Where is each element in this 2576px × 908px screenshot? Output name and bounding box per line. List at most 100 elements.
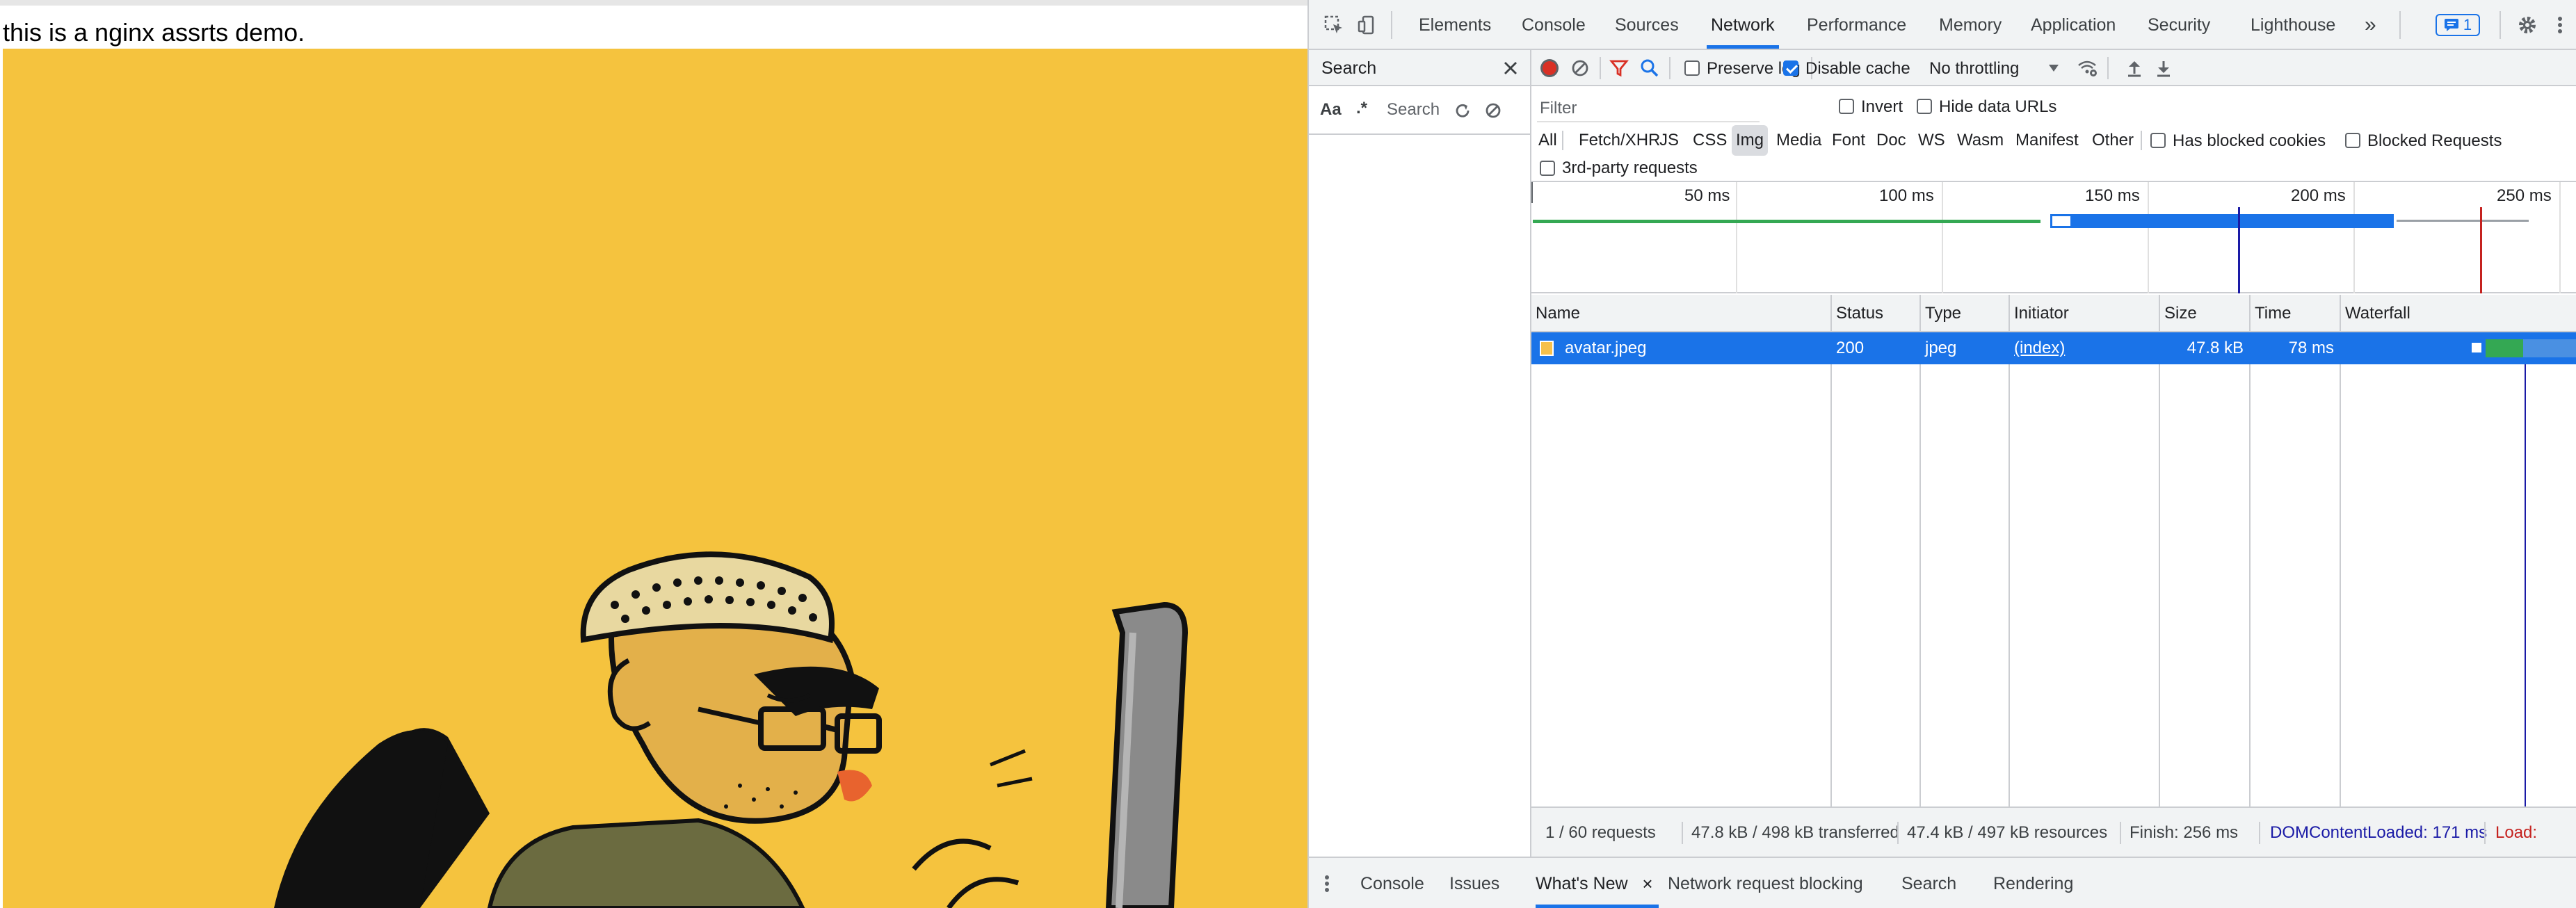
column-divider[interactable]	[1919, 295, 1921, 806]
search-sidebar-toolbar: Aa .* Search	[1309, 86, 1530, 135]
drawer-tab-rendering[interactable]: Rendering	[1993, 858, 2073, 908]
settings-gear-icon[interactable]	[2515, 13, 2540, 38]
invert-checkbox[interactable]	[1839, 99, 1854, 114]
more-options-kebab-icon[interactable]	[2550, 13, 2570, 38]
table-row[interactable]: avatar.jpeg 200 jpeg (index) 47.8 kB 78 …	[1531, 332, 2576, 364]
network-panel: Preserve log Disable cache No throttling…	[1531, 50, 2576, 857]
filter-type-doc[interactable]: Doc	[1872, 125, 1910, 156]
regex-button[interactable]: .*	[1356, 99, 1367, 118]
filter-funnel-icon[interactable]	[1608, 57, 1630, 79]
filter-type-img[interactable]: Img	[1732, 125, 1769, 156]
overview-gridline	[1736, 182, 1737, 293]
drawer-tab-network-request-blocking[interactable]: Network request blocking	[1668, 858, 1863, 908]
tab-sources[interactable]: Sources	[1611, 0, 1683, 49]
load-time: Load:	[2495, 823, 2538, 842]
network-conditions-icon[interactable]	[2077, 57, 2099, 79]
column-header-name[interactable]: Name	[1531, 295, 1580, 331]
drawer-menu-kebab-icon[interactable]	[1320, 872, 1334, 895]
blocked-requests-checkbox[interactable]	[2345, 133, 2360, 148]
waterfall-download-bar	[2523, 339, 2576, 357]
column-header-type[interactable]: Type	[1921, 295, 1961, 331]
invert-label: Invert	[1861, 97, 1903, 116]
column-header-time[interactable]: Time	[2251, 295, 2291, 331]
overview-gridline	[2559, 182, 2561, 293]
issues-count: 1	[2463, 16, 2472, 33]
tab-performance[interactable]: Performance	[1803, 0, 1910, 49]
search-sidebar-title: Search	[1321, 58, 1377, 78]
throttling-select[interactable]: No throttling	[1929, 59, 2019, 79]
drawer-tab-whats-new[interactable]: What's New ×	[1536, 858, 1659, 908]
device-toolbar-icon[interactable]	[1355, 13, 1380, 38]
close-tab-icon[interactable]: ×	[1642, 858, 1652, 908]
clear-search-icon[interactable]	[1483, 100, 1504, 121]
drawer-tab-search[interactable]: Search	[1901, 858, 1956, 908]
filter-input-placeholder: Filter	[1540, 99, 1577, 117]
clear-log-icon[interactable]	[1569, 57, 1591, 79]
export-har-icon[interactable]	[2153, 57, 2174, 79]
chevron-down-icon[interactable]	[2046, 60, 2061, 76]
record-button-icon[interactable]	[1538, 57, 1561, 79]
filter-type-fetch-xhr[interactable]: Fetch/XHR	[1575, 125, 1664, 156]
column-header-status[interactable]: Status	[1832, 295, 1883, 331]
request-name[interactable]: avatar.jpeg	[1565, 332, 1646, 364]
refresh-search-icon[interactable]	[1452, 100, 1473, 121]
dom-content-loaded-marker	[2238, 207, 2240, 293]
close-search-icon[interactable]	[1501, 58, 1520, 78]
column-divider[interactable]	[2159, 295, 2160, 806]
preserve-log-checkbox[interactable]	[1684, 60, 1700, 76]
tab-memory[interactable]: Memory	[1935, 0, 2006, 49]
more-tabs-button[interactable]: »	[2360, 0, 2381, 49]
disable-cache-checkbox[interactable]	[1783, 60, 1798, 76]
column-divider[interactable]	[2249, 295, 2251, 806]
dom-content-loaded-time: DOMContentLoaded: 171 ms	[2270, 823, 2488, 842]
column-divider[interactable]	[1830, 295, 1832, 806]
avatar-image	[3, 49, 1307, 908]
filter-type-font[interactable]: Font	[1828, 125, 1869, 156]
status-separator	[2259, 822, 2260, 844]
inspect-element-icon[interactable]	[1321, 13, 1346, 38]
tab-network[interactable]: Network	[1707, 0, 1779, 49]
column-divider[interactable]	[2340, 295, 2341, 806]
filter-type-js[interactable]: JS	[1655, 125, 1683, 156]
hide-data-urls-checkbox[interactable]	[1917, 99, 1932, 114]
tab-console[interactable]: Console	[1518, 0, 1590, 49]
import-har-icon[interactable]	[2124, 57, 2145, 79]
hide-data-urls-label: Hide data URLs	[1939, 97, 2057, 116]
overview-gridline	[1942, 182, 1943, 293]
filter-input[interactable]: Filter	[1537, 95, 1760, 122]
toolbar-separator	[1600, 57, 1601, 79]
search-icon[interactable]	[1639, 57, 1661, 79]
filter-type-ws[interactable]: WS	[1914, 125, 1949, 156]
filter-type-manifest[interactable]: Manifest	[2011, 125, 2083, 156]
filter-type-wasm[interactable]: Wasm	[1953, 125, 2008, 156]
finish-time: Finish: 256 ms	[2130, 823, 2239, 842]
tab-elements[interactable]: Elements	[1415, 0, 1495, 49]
has-blocked-cookies-label: Has blocked cookies	[2173, 131, 2326, 150]
search-sidebar-header: Search	[1309, 50, 1530, 86]
tab-security[interactable]: Security	[2143, 0, 2214, 49]
column-header-initiator[interactable]: Initiator	[2010, 295, 2069, 331]
filter-type-other[interactable]: Other	[2088, 125, 2138, 156]
page-top-border	[0, 0, 1307, 6]
filter-type-css[interactable]: CSS	[1689, 125, 1731, 156]
column-header-waterfall[interactable]: Waterfall	[2341, 295, 2410, 331]
column-divider[interactable]	[2009, 295, 2010, 806]
request-initiator-link[interactable]: (index)	[2014, 332, 2065, 364]
search-query-input[interactable]: Search	[1387, 100, 1440, 120]
overview-tick-label: 100 ms	[1879, 186, 1934, 205]
tab-application[interactable]: Application	[2027, 0, 2120, 49]
filter-type-media[interactable]: Media	[1772, 125, 1826, 156]
third-party-checkbox[interactable]	[1540, 161, 1555, 176]
has-blocked-cookies-checkbox[interactable]	[2150, 133, 2166, 148]
status-separator	[1897, 822, 1899, 844]
tab-lighthouse[interactable]: Lighthouse	[2246, 0, 2340, 49]
requests-table: Name Status Type Initiator Size Time Wat…	[1531, 295, 2576, 806]
drawer-tab-issues[interactable]: Issues	[1449, 858, 1499, 908]
filter-type-all[interactable]: All	[1534, 125, 1561, 156]
status-separator	[2120, 822, 2121, 844]
overview-selected-range[interactable]	[2050, 214, 2394, 228]
issues-counter-button[interactable]: 1	[2436, 14, 2480, 36]
drawer-tab-console[interactable]: Console	[1360, 858, 1424, 908]
match-case-button[interactable]: Aa	[1320, 100, 1342, 120]
column-header-size[interactable]: Size	[2160, 295, 2197, 331]
